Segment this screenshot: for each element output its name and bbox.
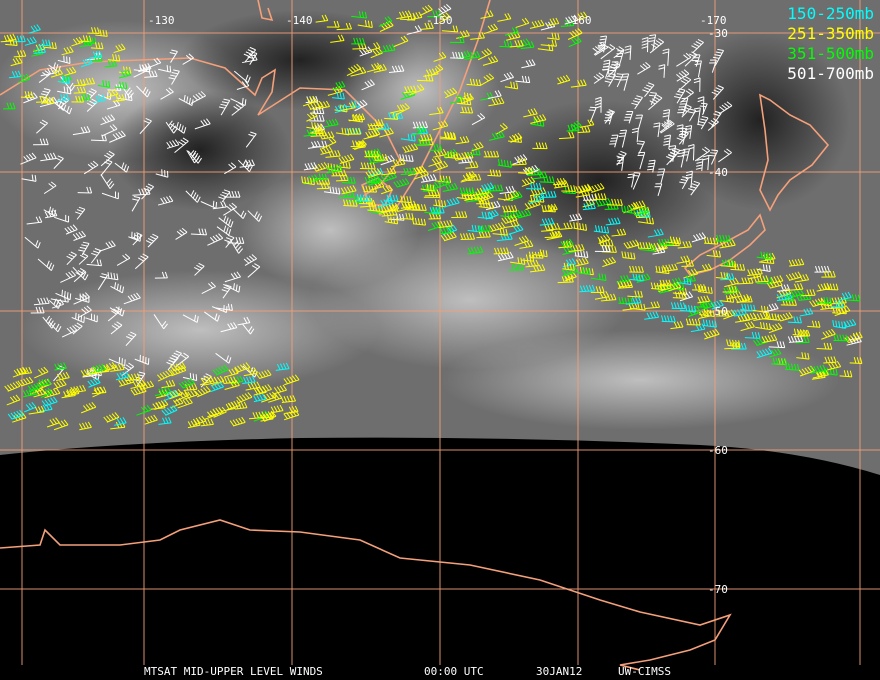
lon-label-150: -150 (426, 14, 453, 27)
lat-label-60: -60 (708, 444, 728, 457)
satellite-map: -130 -140 -150 -160 -170 -30 -40 -50 -60… (0, 0, 880, 680)
footer-product: MTSAT MID-UPPER LEVEL WINDS (144, 665, 323, 678)
lat-label-30: -30 (708, 27, 728, 40)
antarctica-coast (0, 519, 732, 671)
legend-entry-150-250: 150-250mb (787, 4, 874, 23)
legend-entry-351-500: 351-500mb (787, 44, 874, 63)
footer-date: 30JAN12 (536, 665, 583, 678)
legend-entry-501-700: 501-700mb (787, 64, 874, 83)
footer-time: 00:00 UTC (424, 665, 484, 678)
legend-entry-251-350: 251-350mb (787, 24, 874, 43)
lon-label-140: -140 (286, 14, 313, 27)
lon-label-130: -130 (148, 14, 175, 27)
lat-label-70: -70 (708, 583, 728, 596)
lat-label-40: -40 (708, 166, 728, 179)
lon-label-160: -160 (565, 14, 592, 27)
pressure-legend: 150-250mb 251-350mb 351-500mb 501-700mb (787, 4, 874, 84)
lat-label-50: -50 (708, 305, 728, 318)
map-canvas: -130 -140 -150 -160 -170 -30 -40 -50 -60… (0, 0, 880, 671)
lon-label-170: -170 (700, 14, 727, 27)
footer-credit: UW-CIMSS (618, 665, 671, 678)
